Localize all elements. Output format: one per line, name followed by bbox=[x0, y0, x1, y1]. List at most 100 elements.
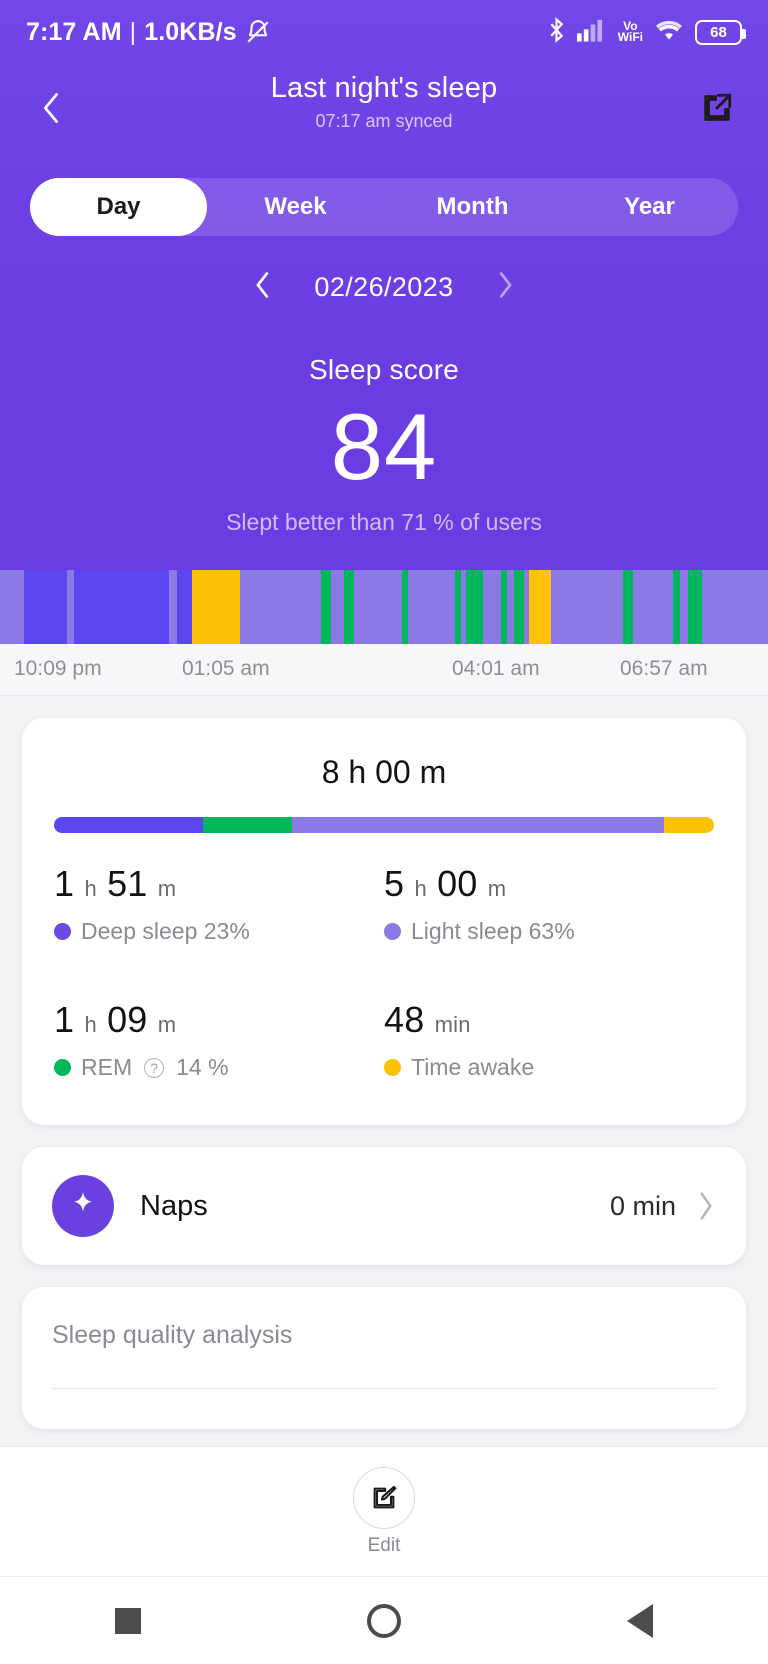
stat-label-percent: 14 % bbox=[176, 1054, 229, 1081]
sleep-score-value: 84 bbox=[330, 394, 438, 499]
share-button[interactable] bbox=[690, 83, 744, 137]
hypnogram-segment-rem bbox=[320, 570, 331, 645]
hypnogram-segment-light bbox=[551, 570, 624, 645]
stat-label: Deep sleep 23% bbox=[54, 918, 384, 945]
status-bar: 7:17 AM | 1.0KB/s Vo WiFi 68 bbox=[0, 0, 768, 64]
hypnogram-segment-light bbox=[66, 570, 75, 645]
stat-label: Light sleep 63% bbox=[384, 918, 714, 945]
bell-mute-icon bbox=[245, 19, 271, 45]
hypnogram-segment-rem bbox=[672, 570, 681, 645]
bluetooth-icon bbox=[547, 16, 566, 48]
naps-chevron-right-icon[interactable] bbox=[696, 1190, 716, 1222]
edit-pencil-square-icon[interactable] bbox=[353, 1466, 415, 1529]
hypnogram-segment-rem bbox=[623, 570, 634, 645]
stage-color-dot bbox=[384, 1059, 401, 1077]
hypnogram-segment-deep bbox=[74, 570, 169, 645]
tab-month[interactable]: Month bbox=[384, 178, 561, 236]
previous-day-button[interactable] bbox=[246, 270, 280, 304]
period-tabs: Day Week Month Year bbox=[30, 178, 738, 236]
stat-item: 5 h 00 m Light sleep 63% bbox=[384, 863, 714, 955]
battery-indicator: 68 bbox=[695, 19, 746, 45]
stat-label: REM? 14 % bbox=[54, 1054, 384, 1081]
naps-duration: 0 min bbox=[609, 1190, 676, 1221]
header-purple-region: 7:17 AM | 1.0KB/s Vo WiFi 68 Last night'… bbox=[0, 0, 768, 645]
date-navigator: 02/26/2023 bbox=[0, 270, 768, 304]
time-axis-label: 06:57 am bbox=[620, 657, 708, 681]
hypnogram-segment-rem bbox=[466, 570, 483, 645]
hypnogram-segment-awake bbox=[528, 570, 552, 645]
stat-value: 48 min bbox=[384, 999, 471, 1041]
period-tabs-container: Day Week Month Year bbox=[0, 156, 768, 236]
triangle-back-icon[interactable] bbox=[594, 1591, 686, 1651]
hypnogram-segment-light bbox=[353, 570, 402, 645]
sync-status-text: 07:17 am synced bbox=[315, 111, 453, 131]
total-sleep-time: 8 h 00 m bbox=[321, 754, 447, 791]
help-question-icon[interactable]: ? bbox=[144, 1057, 165, 1078]
stat-item: 48 min Time awake bbox=[384, 955, 714, 1091]
android-navigation-bar bbox=[0, 1576, 768, 1664]
sleep-stage-stats-grid: 1 h 51 m Deep sleep 23% 5 h 00 m Light slee… bbox=[22, 833, 746, 1125]
volte-wifi-icon: Vo WiFi bbox=[618, 19, 643, 44]
hypnogram-segment-light bbox=[240, 570, 321, 645]
edit-label: Edit bbox=[367, 1534, 401, 1556]
hypnogram-segment-rem bbox=[514, 570, 524, 645]
page-title: Last night's sleep bbox=[270, 72, 498, 104]
stat-label: Time awake bbox=[384, 1054, 714, 1081]
circle-home-icon[interactable] bbox=[338, 1591, 430, 1651]
stat-value: 1 h 09 m bbox=[54, 999, 177, 1041]
wifi-icon bbox=[654, 18, 684, 47]
chevron-right-icon bbox=[496, 271, 514, 304]
app-bar: Last night's sleep 07:17 am synced bbox=[0, 64, 768, 156]
back-chevron-icon bbox=[36, 91, 66, 130]
stat-item: 1 h 09 m REM? 14 % bbox=[54, 955, 384, 1091]
sleep-score-comparison: Slept better than 71 % of users bbox=[226, 509, 542, 536]
back-button[interactable] bbox=[24, 83, 78, 137]
tab-week[interactable]: Week bbox=[207, 178, 384, 236]
stage-color-dot bbox=[54, 1059, 71, 1077]
app-bar-titles: Last night's sleep 07:17 am synced bbox=[0, 72, 768, 132]
sleep-quality-analysis-card[interactable]: Sleep quality analysis bbox=[22, 1287, 746, 1430]
proportion-segment-light bbox=[291, 817, 665, 834]
stat-value: 5 h 00 m bbox=[384, 863, 507, 905]
stat-label-text: REM bbox=[81, 1054, 133, 1081]
hypnogram-segment-light bbox=[633, 570, 673, 645]
square-recents-icon[interactable] bbox=[82, 1591, 174, 1651]
naps-card[interactable]: Naps 0 min bbox=[22, 1147, 746, 1266]
proportion-segment-deep bbox=[54, 817, 203, 834]
naps-label: Naps bbox=[140, 1189, 208, 1222]
hypnogram-segment-awake bbox=[191, 570, 241, 645]
sleep-quality-analysis-title: Sleep quality analysis bbox=[52, 1321, 293, 1350]
edit-action-bar[interactable]: Edit bbox=[0, 1446, 768, 1576]
current-date: 02/26/2023 bbox=[314, 271, 454, 302]
naps-row[interactable]: Naps 0 min bbox=[22, 1147, 746, 1265]
battery-level-text: 68 bbox=[710, 23, 727, 41]
sparkle-star-icon bbox=[52, 1175, 114, 1238]
sleep-stages-hypnogram[interactable] bbox=[0, 570, 768, 645]
hypnogram-segment-rem bbox=[343, 570, 354, 645]
status-time: 7:17 AM bbox=[26, 17, 122, 46]
time-axis-label: 10:09 pm bbox=[14, 657, 102, 681]
hypnogram-segment-deep bbox=[176, 570, 192, 645]
cellular-signal-icon bbox=[576, 18, 607, 47]
sleep-stage-proportion-bar bbox=[54, 817, 714, 834]
sleep-summary-card: 8 h 00 m 1 h 51 m Deep sleep 23% 5 h 00 m L… bbox=[22, 718, 746, 1126]
tab-day[interactable]: Day bbox=[30, 178, 207, 236]
status-separator: | bbox=[129, 17, 137, 46]
stat-label-text: Deep sleep 23% bbox=[81, 918, 250, 945]
hypnogram-segment-light bbox=[0, 570, 24, 645]
time-axis-label: 01:05 am bbox=[182, 657, 270, 681]
hypnogram-segment-light bbox=[168, 570, 177, 645]
stat-label-text: Time awake bbox=[411, 1054, 535, 1081]
hypnogram-segment-light bbox=[407, 570, 456, 645]
tab-year[interactable]: Year bbox=[561, 178, 738, 236]
hypnogram-segment-light bbox=[680, 570, 688, 645]
hypnogram-segment-light bbox=[702, 570, 768, 645]
card-bottom-padding bbox=[52, 1389, 716, 1429]
hypnogram-segment-deep bbox=[23, 570, 67, 645]
next-day-button[interactable] bbox=[488, 270, 522, 304]
chevron-left-icon bbox=[254, 271, 272, 304]
hypnogram-segment-light bbox=[507, 570, 515, 645]
time-axis-label: 04:01 am bbox=[452, 657, 540, 681]
status-bar-right: Vo WiFi 68 bbox=[547, 16, 746, 48]
hypnogram-segment-rem bbox=[687, 570, 703, 645]
